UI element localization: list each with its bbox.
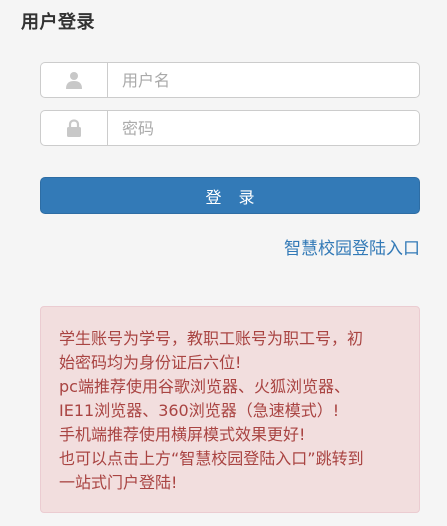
lock-icon: [40, 110, 107, 146]
user-icon: [40, 62, 107, 98]
password-input[interactable]: [107, 110, 420, 146]
notice-line: 始密码均为身份证后六位!: [59, 353, 242, 372]
notice-line: 一站式门户登陆!: [59, 473, 178, 492]
notice-alert: 学生账号为学号，教职工账号为职工号，初 始密码均为身份证后六位! pc端推荐使用…: [40, 306, 420, 513]
notice-line: 也可以点击上方“智慧校园登陆入口”跳转到: [59, 449, 364, 468]
page-title: 用户登录: [21, 12, 95, 33]
username-group: [40, 62, 420, 98]
password-group: [40, 110, 420, 146]
login-panel: 用户登录 登 录 智慧校园登陆入口 学生账号为学号，教职工账号为职工号，初 始密…: [0, 0, 447, 526]
notice-line: IE11浏览器、360浏览器（急速模式）!: [59, 401, 340, 420]
notice-line: 学生账号为学号，教职工账号为职工号，初: [59, 329, 364, 348]
notice-line: pc端推荐使用谷歌浏览器、火狐浏览器、: [59, 377, 350, 396]
username-input[interactable]: [107, 62, 420, 98]
notice-line: 手机端推荐使用横屏模式效果更好!: [59, 425, 306, 444]
login-button[interactable]: 登 录: [40, 177, 420, 214]
smart-campus-portal-link[interactable]: 智慧校园登陆入口: [284, 234, 420, 259]
